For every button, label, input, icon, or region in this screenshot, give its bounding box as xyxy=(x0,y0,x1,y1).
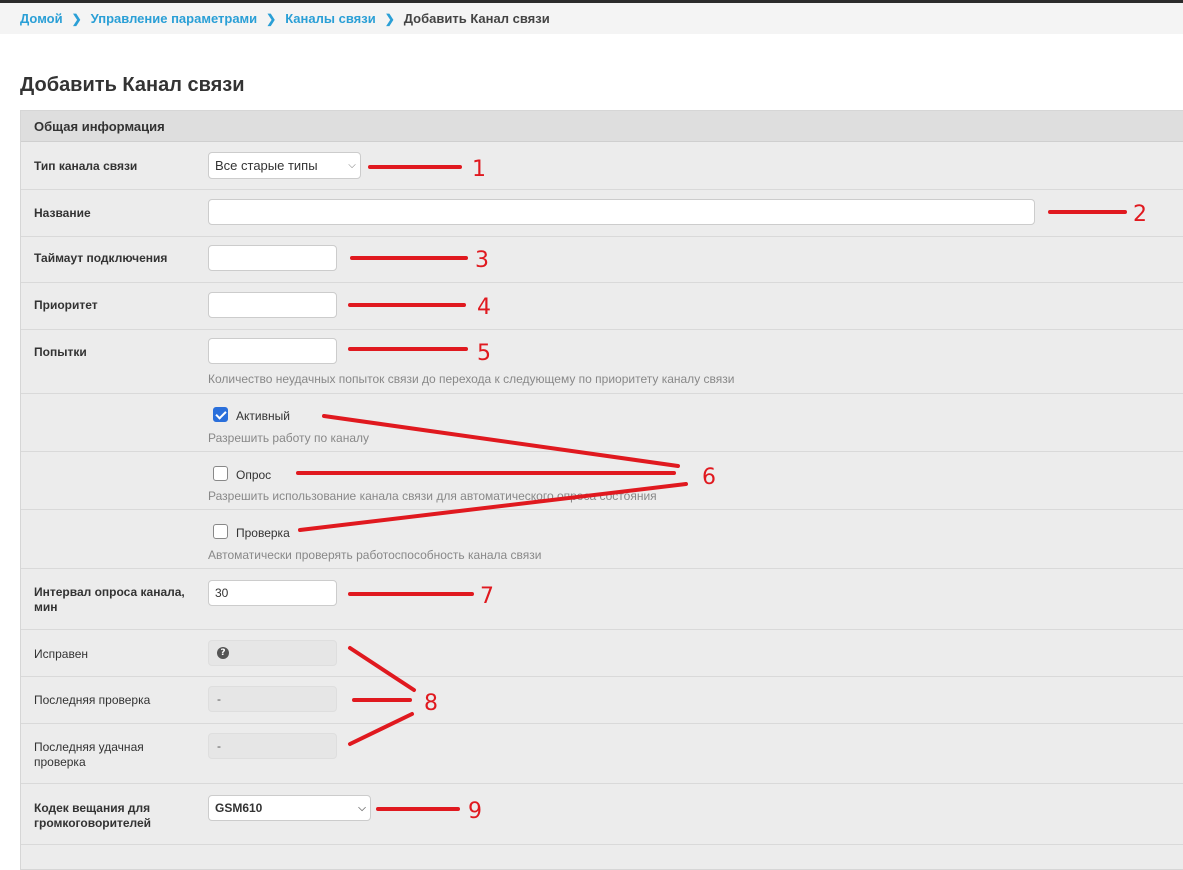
chevron-down-icon: ⌵ xyxy=(348,160,356,171)
row-divider xyxy=(21,629,1183,630)
attempts-help-text: Количество неудачных попыток связи до пе… xyxy=(208,372,735,386)
general-info-panel: Общая информация Тип канала связи Все ст… xyxy=(20,110,1183,870)
timeout-label: Таймаут подключения xyxy=(34,251,168,265)
row-divider xyxy=(21,393,1183,394)
breadcrumb-home-link[interactable]: Домой xyxy=(20,11,63,26)
last-success-check-value: - xyxy=(217,739,221,753)
attempts-input[interactable] xyxy=(208,338,337,364)
poll-interval-label: Интервал опроса канала, мин xyxy=(34,585,185,614)
last-check-label: Последняя проверка xyxy=(34,693,151,707)
poll-interval-input[interactable] xyxy=(208,580,337,606)
codec-label: Кодек вещания для громкоговорителей xyxy=(34,801,152,830)
codec-select[interactable]: GSM610 ⌵ xyxy=(208,795,371,821)
row-divider xyxy=(21,509,1183,510)
last-success-check-label: Последняя удачная проверка xyxy=(34,740,144,769)
chevron-down-icon: ⌵ xyxy=(358,802,366,814)
priority-label: Приоритет xyxy=(34,298,98,312)
channel-type-label: Тип канала связи xyxy=(34,159,138,173)
row-divider xyxy=(21,329,1183,330)
chevron-right-icon: ❯ xyxy=(384,11,395,26)
last-check-readonly-field: - xyxy=(208,686,337,712)
row-divider xyxy=(21,723,1183,724)
name-label: Название xyxy=(34,206,91,220)
check-checkbox[interactable] xyxy=(213,524,228,539)
check-checkbox-label[interactable]: Проверка xyxy=(236,526,290,540)
row-divider xyxy=(21,451,1183,452)
healthy-readonly-field: ? xyxy=(208,640,337,666)
row-divider xyxy=(21,189,1183,190)
check-help-text: Автоматически проверять работоспособност… xyxy=(208,548,542,562)
page-title: Добавить Канал связи xyxy=(20,74,245,96)
row-divider xyxy=(21,236,1183,237)
breadcrumb-current: Добавить Канал связи xyxy=(403,11,550,26)
question-circle-icon: ? xyxy=(217,647,229,659)
timeout-input[interactable] xyxy=(208,245,337,271)
chevron-right-icon: ❯ xyxy=(266,11,277,26)
priority-input[interactable] xyxy=(208,292,337,318)
polling-checkbox-label[interactable]: Опрос xyxy=(236,468,271,482)
row-divider xyxy=(21,844,1183,845)
breadcrumb: Домой ❯ Управление параметрами ❯ Каналы … xyxy=(0,3,1183,34)
last-check-value: - xyxy=(217,692,221,706)
channel-type-value: Все старые типы xyxy=(215,158,318,173)
active-checkbox-label[interactable]: Активный xyxy=(236,409,290,423)
chevron-right-icon: ❯ xyxy=(71,11,82,26)
last-success-check-readonly-field: - xyxy=(208,733,337,759)
panel-heading: Общая информация xyxy=(21,111,1183,142)
healthy-label: Исправен xyxy=(34,647,89,661)
active-help-text: Разрешить работу по каналу xyxy=(208,431,369,445)
row-divider xyxy=(21,783,1183,784)
polling-help-text: Разрешить использование канала связи для… xyxy=(208,489,657,503)
active-checkbox[interactable] xyxy=(213,407,228,422)
breadcrumb-parameters-link[interactable]: Управление параметрами xyxy=(91,11,258,26)
row-divider xyxy=(21,282,1183,283)
polling-checkbox[interactable] xyxy=(213,466,228,481)
codec-value: GSM610 xyxy=(215,801,263,815)
name-input[interactable] xyxy=(208,199,1035,225)
row-divider xyxy=(21,676,1183,677)
channel-type-select[interactable]: Все старые типы ⌵ xyxy=(208,152,361,179)
attempts-label: Попытки xyxy=(34,345,87,359)
breadcrumb-channels-link[interactable]: Каналы связи xyxy=(285,11,375,26)
row-divider xyxy=(21,568,1183,569)
